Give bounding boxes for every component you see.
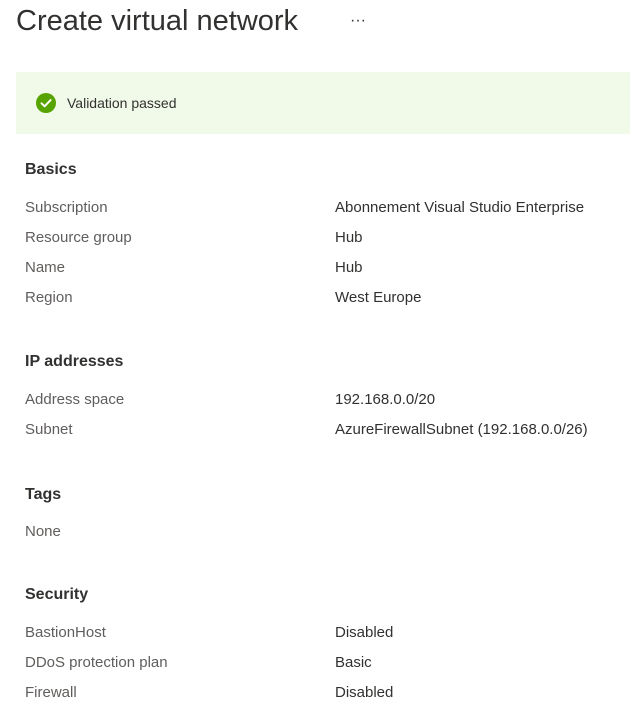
row-label-resource-group: Resource group — [25, 229, 132, 246]
validation-status-text: Validation passed — [67, 95, 177, 111]
row-value-name: Hub — [335, 259, 363, 276]
row-label-firewall: Firewall — [25, 684, 77, 701]
section-title-basics: Basics — [25, 161, 77, 178]
row-value-subnet: AzureFirewallSubnet (192.168.0.0/26) — [335, 421, 588, 438]
row-label-tags-none: None — [25, 523, 61, 540]
validation-banner: Validation passed — [16, 72, 630, 134]
check-circle-icon — [36, 93, 56, 113]
row-label-subscription: Subscription — [25, 199, 108, 216]
row-value-address-space: 192.168.0.0/20 — [335, 391, 436, 408]
row-label-subnet: Subnet — [25, 421, 73, 438]
row-label-ddos-protection-plan: DDoS protection plan — [25, 654, 168, 671]
row-label-bastion-host: BastionHost — [25, 624, 106, 641]
row-label-name: Name — [25, 259, 66, 276]
row-value-firewall: Disabled — [335, 684, 394, 701]
row-label-address-space: Address space — [25, 391, 125, 408]
more-options-button[interactable]: ··· — [346, 9, 370, 33]
row-value-bastion-host: Disabled — [335, 624, 394, 641]
section-title-tags: Tags — [25, 486, 62, 503]
section-title-ip-addresses: IP addresses — [25, 353, 124, 370]
row-label-region: Region — [25, 289, 73, 306]
section-title-security: Security — [25, 586, 89, 603]
row-value-resource-group: Hub — [335, 229, 363, 246]
row-value-region: West Europe — [335, 289, 422, 306]
row-value-subscription: Abonnement Visual Studio Enterprise — [335, 199, 585, 216]
row-value-ddos-protection-plan: Basic — [335, 654, 372, 671]
page-title: Create virtual network — [16, 5, 299, 37]
